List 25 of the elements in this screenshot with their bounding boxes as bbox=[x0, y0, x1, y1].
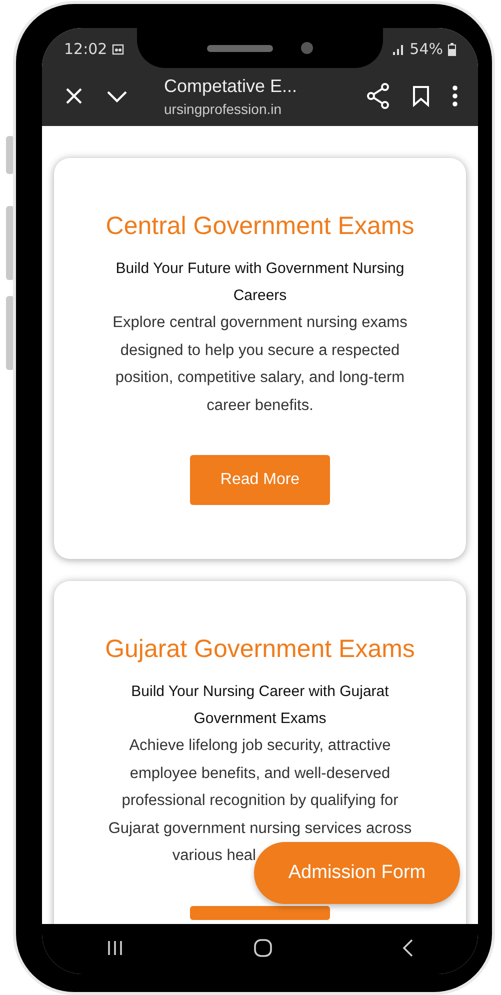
read-more-button[interactable] bbox=[190, 906, 330, 920]
side-key bbox=[6, 136, 14, 174]
card-title: Gujarat Government Exams bbox=[105, 635, 415, 664]
signal-icon bbox=[390, 44, 405, 54]
page-url: ursingprofession.in bbox=[164, 100, 283, 116]
battery-icon bbox=[448, 42, 456, 56]
back-icon[interactable] bbox=[402, 938, 414, 958]
page-title: Competative E... bbox=[164, 76, 298, 96]
card-subtitle: Build Your Nursing Career with Gujarat Government Exams bbox=[130, 682, 390, 729]
chevron-down-icon[interactable] bbox=[106, 89, 128, 103]
card-description: Explore central government nursing exams designed to help you secure a respected position, competitive salary, and long-term career benefits. bbox=[112, 313, 408, 416]
recent-apps-icon[interactable] bbox=[106, 939, 124, 957]
home-icon[interactable] bbox=[252, 938, 273, 958]
card-subtitle: Build Your Future with Government Nursing Careers bbox=[114, 259, 406, 306]
image-icon bbox=[112, 44, 124, 54]
share-icon[interactable] bbox=[366, 83, 390, 109]
admission-form-button[interactable]: Admission Form bbox=[254, 842, 460, 904]
read-more-button[interactable]: Read More bbox=[190, 455, 330, 505]
card-title: Central Government Exams bbox=[106, 212, 414, 241]
bookmark-icon[interactable] bbox=[412, 85, 430, 107]
status-time: 12:02 bbox=[64, 40, 108, 58]
card-description-end: various heal bbox=[172, 846, 256, 866]
more-icon[interactable] bbox=[452, 85, 458, 107]
battery-percent: 54% bbox=[410, 40, 443, 58]
close-icon[interactable] bbox=[64, 86, 84, 106]
